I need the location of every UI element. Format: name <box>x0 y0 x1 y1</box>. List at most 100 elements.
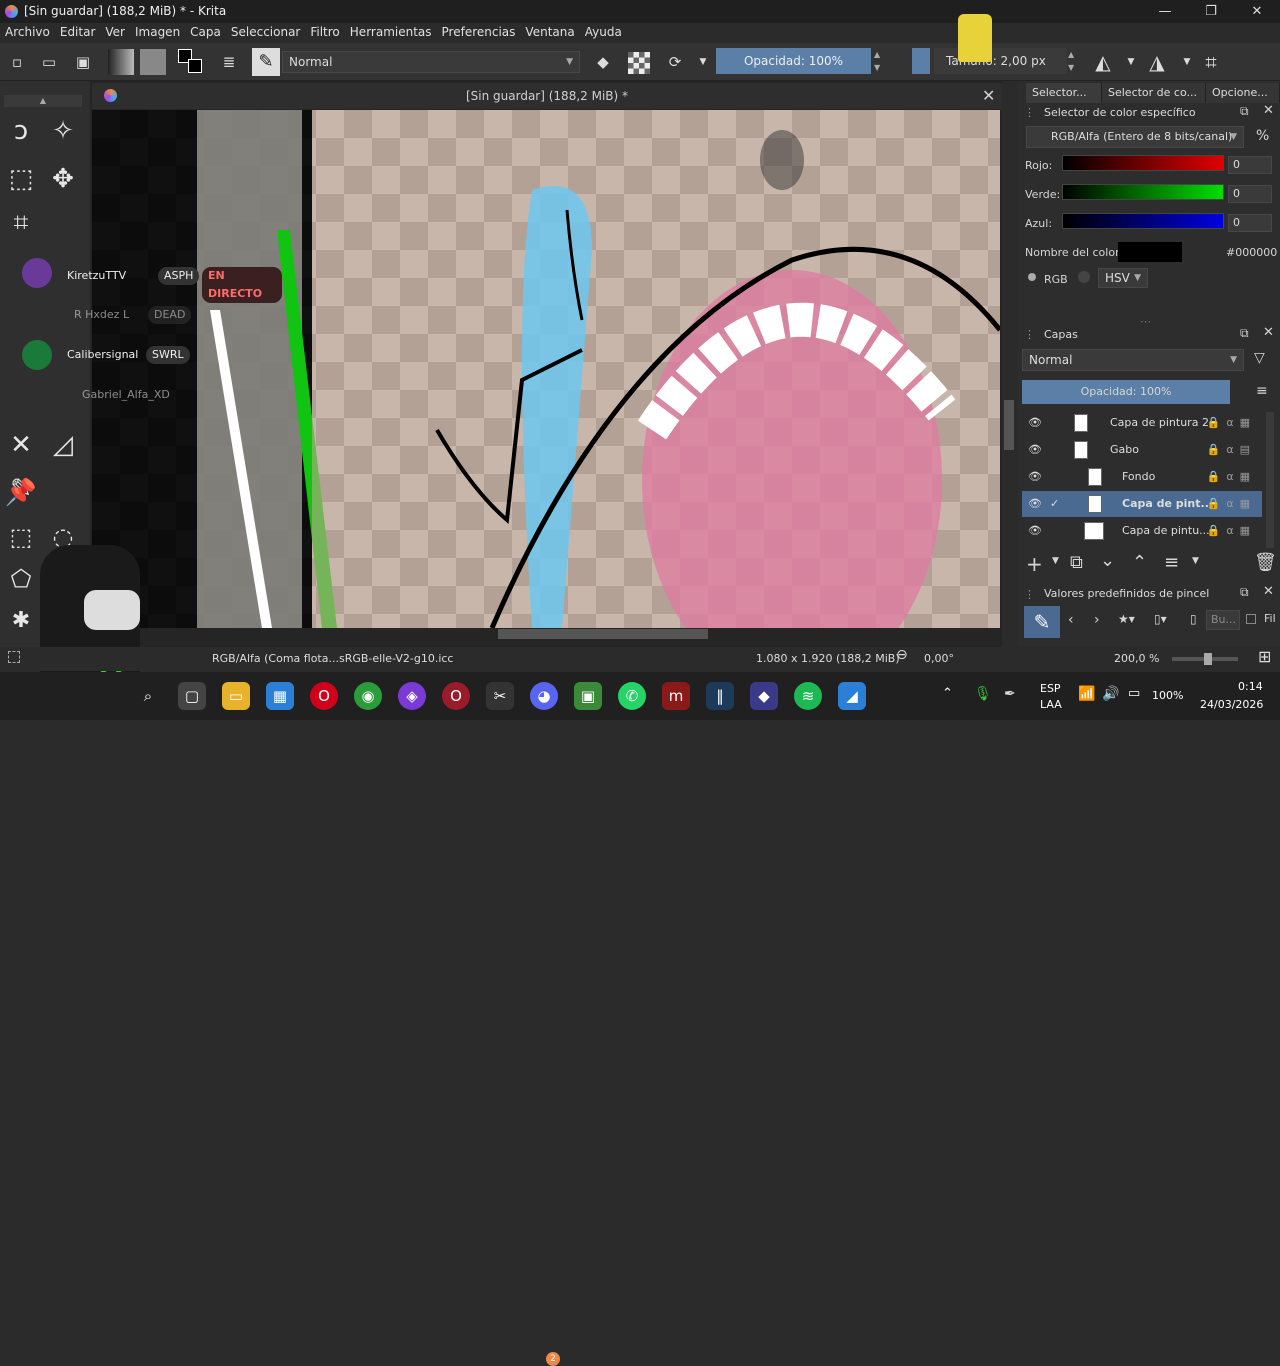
chevron-down-icon[interactable]: ▼ <box>1052 556 1059 566</box>
opera-gx-icon[interactable]: O <box>442 682 470 710</box>
opacity-slider[interactable]: Opacidad: 100% <box>716 48 871 74</box>
blue-slider[interactable] <box>1062 213 1224 229</box>
move-up-icon[interactable]: ⌃ <box>1132 552 1147 573</box>
gradient-preset-icon[interactable] <box>108 49 134 75</box>
layer-lock-icons[interactable]: 🔒α▤ <box>1207 437 1256 463</box>
tag-star-icon[interactable]: ★▾ <box>1118 612 1135 626</box>
zoom-in-icon[interactable]: ⊞ <box>1258 647 1271 666</box>
menu-capa[interactable]: Capa <box>185 23 226 39</box>
transform-icon[interactable]: ⬚ <box>3 161 39 197</box>
splitter-handle[interactable]: ⋯ <box>1140 315 1151 328</box>
menu-preferencias[interactable]: Preferencias <box>437 23 521 39</box>
tab-selector[interactable]: Selector... <box>1026 83 1102 103</box>
color-model-select[interactable]: RGB/Alfa (Entero de 8 bits/canal) ▼ <box>1026 126 1244 148</box>
clock-time[interactable]: 0:14 <box>1238 680 1263 693</box>
save-icon[interactable]: ▣ <box>72 51 94 73</box>
canvas-hscrollbar[interactable] <box>498 629 708 639</box>
opera-icon[interactable]: O <box>310 682 338 710</box>
measure-icon[interactable]: ◿ <box>45 427 81 463</box>
clock-date[interactable]: 24/03/2026 <box>1200 698 1263 711</box>
menu-imagen[interactable]: Imagen <box>130 23 185 39</box>
pen-icon[interactable]: ✒ <box>1004 686 1016 702</box>
storage-icon[interactable]: ▯ <box>1190 612 1197 626</box>
audio-app-icon[interactable]: ‖ <box>706 682 734 710</box>
layer-lock-icons[interactable]: 🔒α▦ <box>1207 491 1256 517</box>
drawing-canvas[interactable] <box>92 110 1000 628</box>
task-view-icon[interactable]: ▢ <box>178 682 206 710</box>
minimize-button[interactable]: — <box>1142 0 1188 23</box>
visibility-eye-icon[interactable]: 👁 <box>1028 437 1042 463</box>
layer-row[interactable]: 👁 Capa de pintura 2 🔒α▦ <box>1022 410 1262 436</box>
brush-preset-icon[interactable]: ✎ <box>252 48 280 76</box>
layer-row-selected[interactable]: 👁 ✓ Capa de pint... 🔒α▦ <box>1022 491 1262 517</box>
language-code[interactable]: ESP <box>1040 682 1061 695</box>
close-panel-icon[interactable]: ✕ <box>1263 103 1274 118</box>
app-diamond-icon[interactable]: ◆ <box>750 682 778 710</box>
green-slider[interactable] <box>1062 184 1224 200</box>
layer-row[interactable]: 👁 Gabo 🔒α▤ <box>1022 437 1262 463</box>
add-layer-icon[interactable]: + <box>1026 552 1043 576</box>
next-preset-icon[interactable]: › <box>1094 612 1100 628</box>
chevron-down-icon[interactable]: ▼ <box>1192 556 1199 566</box>
layer-blend-select[interactable]: Normal ▼ <box>1022 349 1244 371</box>
whatsapp-icon[interactable]: ✆ <box>618 682 646 710</box>
toolbox-scroll-up-icon[interactable]: ▲ <box>4 95 82 107</box>
spotify-icon[interactable]: ≋ <box>794 682 822 710</box>
layer-row[interactable]: 👁 Fondo 🔒α▦ <box>1022 464 1262 490</box>
menu-filtro[interactable]: Filtro <box>305 23 344 39</box>
calligraphy-icon[interactable]: ✧ <box>45 113 81 149</box>
paint-icon[interactable]: ◢ <box>838 682 866 710</box>
delete-layer-icon[interactable]: 🗑 <box>1254 552 1277 573</box>
layer-properties-icon[interactable]: ≡ <box>1164 552 1179 573</box>
battery-icon[interactable]: ▭ <box>1128 686 1140 701</box>
volume-icon[interactable]: 🔊 <box>1102 686 1119 702</box>
wrap-around-icon[interactable]: ⌗ <box>1200 51 1222 73</box>
chevron-down-icon[interactable]: ▼ <box>692 51 714 73</box>
chrome-icon[interactable]: ◉ <box>354 682 382 710</box>
mirror-vertical-icon[interactable]: ◮ <box>1146 51 1168 73</box>
filter-icon[interactable]: ▽ <box>1254 350 1265 366</box>
visibility-eye-icon[interactable]: 👁 <box>1028 410 1042 436</box>
hsv-select[interactable]: HSV ▼ <box>1098 268 1148 288</box>
maximize-button[interactable]: ❐ <box>1188 0 1234 23</box>
duplicate-layer-icon[interactable]: ⧉ <box>1070 552 1083 573</box>
close-panel-icon[interactable]: ✕ <box>1263 584 1274 599</box>
layer-opacity-slider[interactable]: Opacidad: 100% <box>1022 380 1230 404</box>
rect-select-icon[interactable]: ⬚ <box>3 519 39 555</box>
search-icon[interactable]: ⌕ <box>134 682 162 710</box>
capcut-icon[interactable]: ✂ <box>486 682 514 710</box>
close-canvas-button[interactable]: ✕ <box>982 83 995 109</box>
brush-settings-icon[interactable]: ≣ <box>218 51 240 73</box>
visibility-eye-icon[interactable]: 👁 <box>1028 464 1042 490</box>
menu-editar[interactable]: Editar <box>55 23 101 39</box>
brush-search-input[interactable]: Bu... <box>1206 610 1240 630</box>
menu-icon[interactable]: ≡ <box>1256 383 1268 399</box>
layer-lock-icons[interactable]: 🔒α▦ <box>1207 410 1256 436</box>
reload-preset-icon[interactable]: ⟳ <box>664 51 686 73</box>
float-panel-icon[interactable]: ⧉ <box>1240 326 1249 341</box>
app-m-icon[interactable]: m <box>662 682 690 710</box>
open-folder-icon[interactable]: ▭ <box>38 51 60 73</box>
reference-pin-icon[interactable]: 📌 <box>3 475 39 511</box>
rgb-radio[interactable] <box>1028 273 1036 281</box>
chevron-down-icon[interactable]: ▼ <box>1120 51 1142 73</box>
magic-wand-icon[interactable]: ✱ <box>3 603 39 639</box>
menu-archivo[interactable]: Archivo <box>0 23 55 39</box>
green-value[interactable]: 0 <box>1228 185 1272 203</box>
crop-icon[interactable]: ⌗ <box>3 205 39 241</box>
background-color-swatch[interactable] <box>188 59 202 73</box>
krita-icon[interactable]: ◈ <box>398 682 426 710</box>
red-slider[interactable] <box>1062 155 1224 171</box>
close-window-button[interactable]: ✕ <box>1234 0 1280 23</box>
hex-value[interactable]: #000000 <box>1226 246 1277 259</box>
new-document-icon[interactable]: ▫ <box>6 51 28 73</box>
minecraft-icon[interactable]: ▣ <box>574 682 602 710</box>
tab-selector-color[interactable]: Selector de co... <box>1102 83 1206 103</box>
discord-icon[interactable]: ◕ <box>530 682 558 710</box>
bookmark-icon[interactable]: ▯▾ <box>1154 612 1167 626</box>
blend-mode-select[interactable]: Normal ▼ <box>282 51 580 73</box>
move-icon[interactable]: ✥ <box>45 161 81 197</box>
move-down-icon[interactable]: ⌄ <box>1100 550 1115 571</box>
percent-toggle[interactable]: % <box>1256 128 1269 144</box>
preserve-alpha-icon[interactable] <box>628 52 650 74</box>
